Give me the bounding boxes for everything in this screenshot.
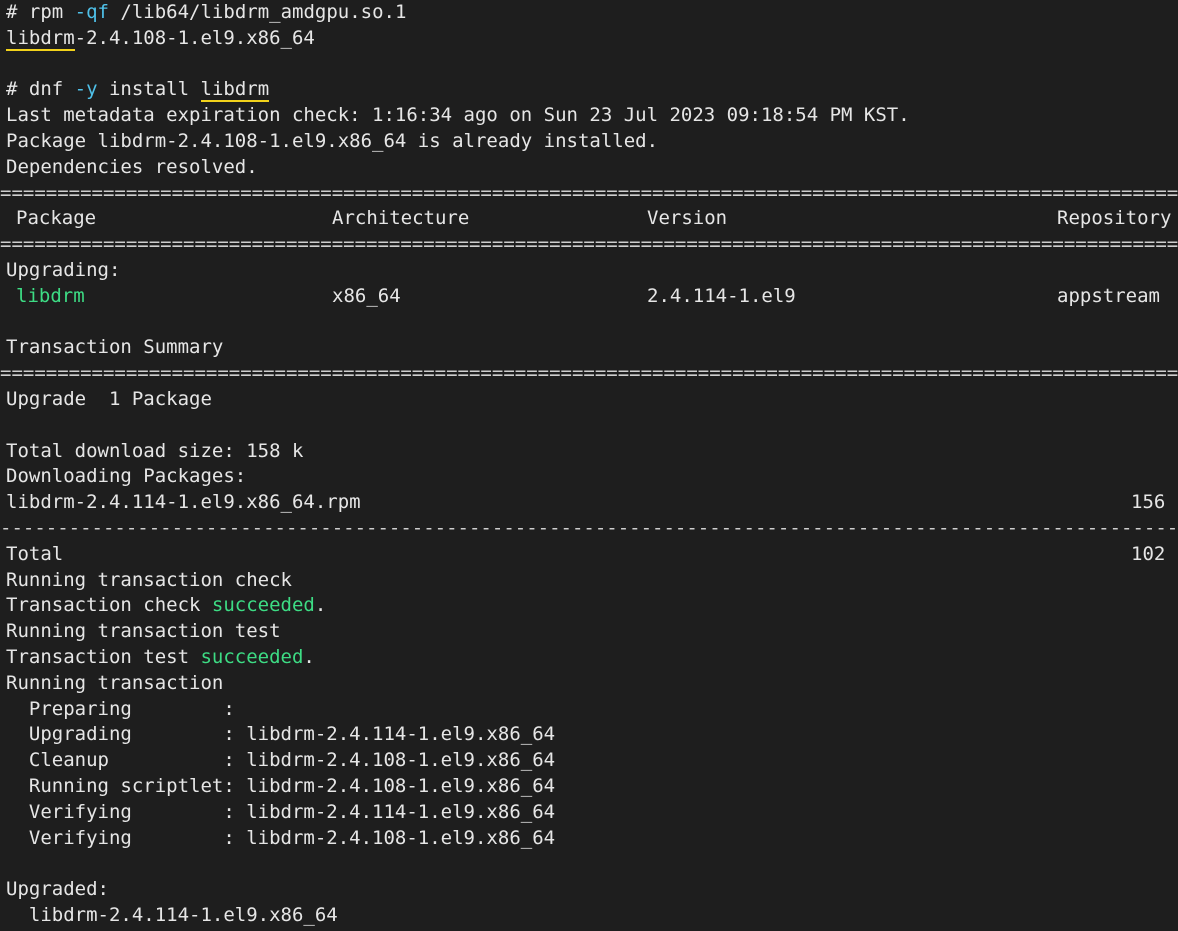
terminal-line: Transaction check succeeded. (0, 593, 1178, 619)
command-argument: install (97, 78, 201, 101)
line-text: Downloading Packages: (6, 465, 247, 488)
line-text: Dependencies resolved. (6, 155, 258, 178)
terminal-line: ========================================… (0, 181, 1178, 207)
terminal-line: Upgraded: (0, 877, 1178, 903)
line-text: . (303, 645, 315, 668)
command-name: rpm (28, 1, 75, 23)
command-flag: -qf (74, 1, 109, 23)
line-text: Upgrade 1 Package (6, 387, 212, 410)
terminal-line: Preparing : (0, 697, 1178, 723)
command-name: dnf (28, 78, 75, 101)
terminal-line: Verifying : libdrm-2.4.114-1.el9.x86_64 (0, 800, 1178, 826)
separator-line: ========================================… (0, 181, 1178, 204)
line-text: -2.4.108-1.el9.x86_64 (74, 26, 315, 49)
shell-prompt: # (6, 78, 29, 101)
terminal-line: Downloading Packages: (0, 464, 1178, 490)
line-text: Running transaction check (6, 568, 292, 591)
line-text: Running scriptlet: libdrm-2.4.108-1.el9.… (6, 774, 556, 797)
terminal-line: Package libdrm-2.4.108-1.el9.x86_64 is a… (0, 129, 1178, 155)
table-cell: libdrm (16, 284, 85, 307)
shell-prompt: # (6, 1, 29, 23)
terminal-line: # rpm -qf /lib64/libdrm_amdgpu.so.1 (0, 0, 1178, 26)
line-text: Transaction check (6, 594, 212, 617)
line-text: libdrm-2.4.114-1.el9.x86_64.rpm (6, 491, 361, 514)
terminal-line: Dependencies resolved. (0, 155, 1178, 181)
highlighted-package-name: libdrm (6, 26, 75, 52)
line-text: Verifying : libdrm-2.4.108-1.el9.x86_64 (6, 826, 556, 849)
terminal-window[interactable]: # rpm -qf /lib64/libdrm_amdgpu.so.1 libdr… (0, 0, 1178, 931)
table-cell: appstream (1057, 284, 1160, 307)
line-text: Total (6, 542, 64, 565)
separator-line: ----------------------------------------… (0, 516, 1178, 539)
line-text: Upgraded: (6, 878, 109, 901)
line-text: libdrm-2.4.114-1.el9.x86_64 (6, 903, 338, 926)
line-text: Package libdrm-2.4.108-1.el9.x86_64 is a… (6, 129, 659, 152)
terminal-line: Last metadata expiration check: 1:16:34 … (0, 103, 1178, 129)
terminal-line: Upgrading: (0, 258, 1178, 284)
table-cell: x86_64 (332, 284, 401, 307)
terminal-line: Verifying : libdrm-2.4.108-1.el9.x86_64 (0, 826, 1178, 852)
command-flag: -y (74, 78, 98, 101)
table-header-cell: Version (647, 207, 728, 230)
terminal-line: libdrm x86_64 2.4.114-1.el9 appstream (0, 284, 1178, 310)
terminal-line: Running transaction (0, 671, 1178, 697)
line-text: Running transaction (6, 671, 224, 694)
terminal-line: libdrm-2.4.114-1.el9.x86_64 (0, 903, 1178, 929)
terminal-line: ========================================… (0, 361, 1178, 387)
line-text: Verifying : libdrm-2.4.114-1.el9.x86_64 (6, 800, 556, 823)
line-text: Last metadata expiration check: 1:16:34 … (6, 104, 910, 127)
line-text: Cleanup : libdrm-2.4.108-1.el9.x86_64 (6, 749, 556, 772)
separator-line: ========================================… (0, 362, 1178, 385)
highlighted-package-name: libdrm (200, 77, 269, 103)
line-text: Total download size: 158 k (6, 439, 304, 462)
terminal-line: Running scriptlet: libdrm-2.4.108-1.el9.… (0, 774, 1178, 800)
line-text: Running transaction test (6, 620, 281, 643)
terminal-line: Package Architecture Version Repository (0, 206, 1178, 232)
terminal-line: Transaction Summary (0, 335, 1178, 361)
table-header-cell: Package (16, 207, 97, 230)
line-text: Transaction test (6, 645, 201, 668)
terminal-line: Running transaction check (0, 568, 1178, 594)
separator-line: ========================================… (0, 233, 1178, 256)
terminal-line: Cleanup : libdrm-2.4.108-1.el9.x86_64 (0, 748, 1178, 774)
line-text: Preparing : (6, 697, 235, 720)
line-text: . (314, 594, 327, 617)
terminal-line: Total 102 k (0, 542, 1178, 568)
terminal-line: Total download size: 158 k (0, 439, 1178, 465)
table-cell: 2.4.114-1.el9 (647, 284, 796, 307)
terminal-line: Transaction test succeeded. (0, 645, 1178, 671)
terminal-line: # dnf -y install libdrm (0, 77, 1178, 103)
status-success: succeeded (211, 594, 315, 617)
size-value: 102 k (1131, 542, 1178, 565)
terminal-line: Running transaction test (0, 619, 1178, 645)
line-text: Transaction Summary (6, 336, 224, 359)
terminal-line: Upgrading : libdrm-2.4.114-1.el9.x86_64 (0, 722, 1178, 748)
terminal-line: libdrm-2.4.108-1.el9.x86_64 (0, 26, 1178, 52)
terminal-line: ========================================… (0, 232, 1178, 258)
line-text: Upgrading: (6, 258, 121, 281)
line-text: Upgrading : libdrm-2.4.114-1.el9.x86_64 (6, 723, 556, 746)
terminal-line: libdrm-2.4.114-1.el9.x86_64.rpm 156 k (0, 490, 1178, 516)
table-header-cell: Architecture (332, 207, 470, 230)
command-argument: /lib64/libdrm_amdgpu.so.1 (108, 1, 407, 23)
status-success: succeeded (200, 645, 304, 668)
table-header-cell: Repository (1057, 207, 1172, 230)
terminal-line: Upgrade 1 Package (0, 387, 1178, 413)
size-value: 156 k (1131, 491, 1178, 514)
terminal-line: ----------------------------------------… (0, 516, 1178, 542)
